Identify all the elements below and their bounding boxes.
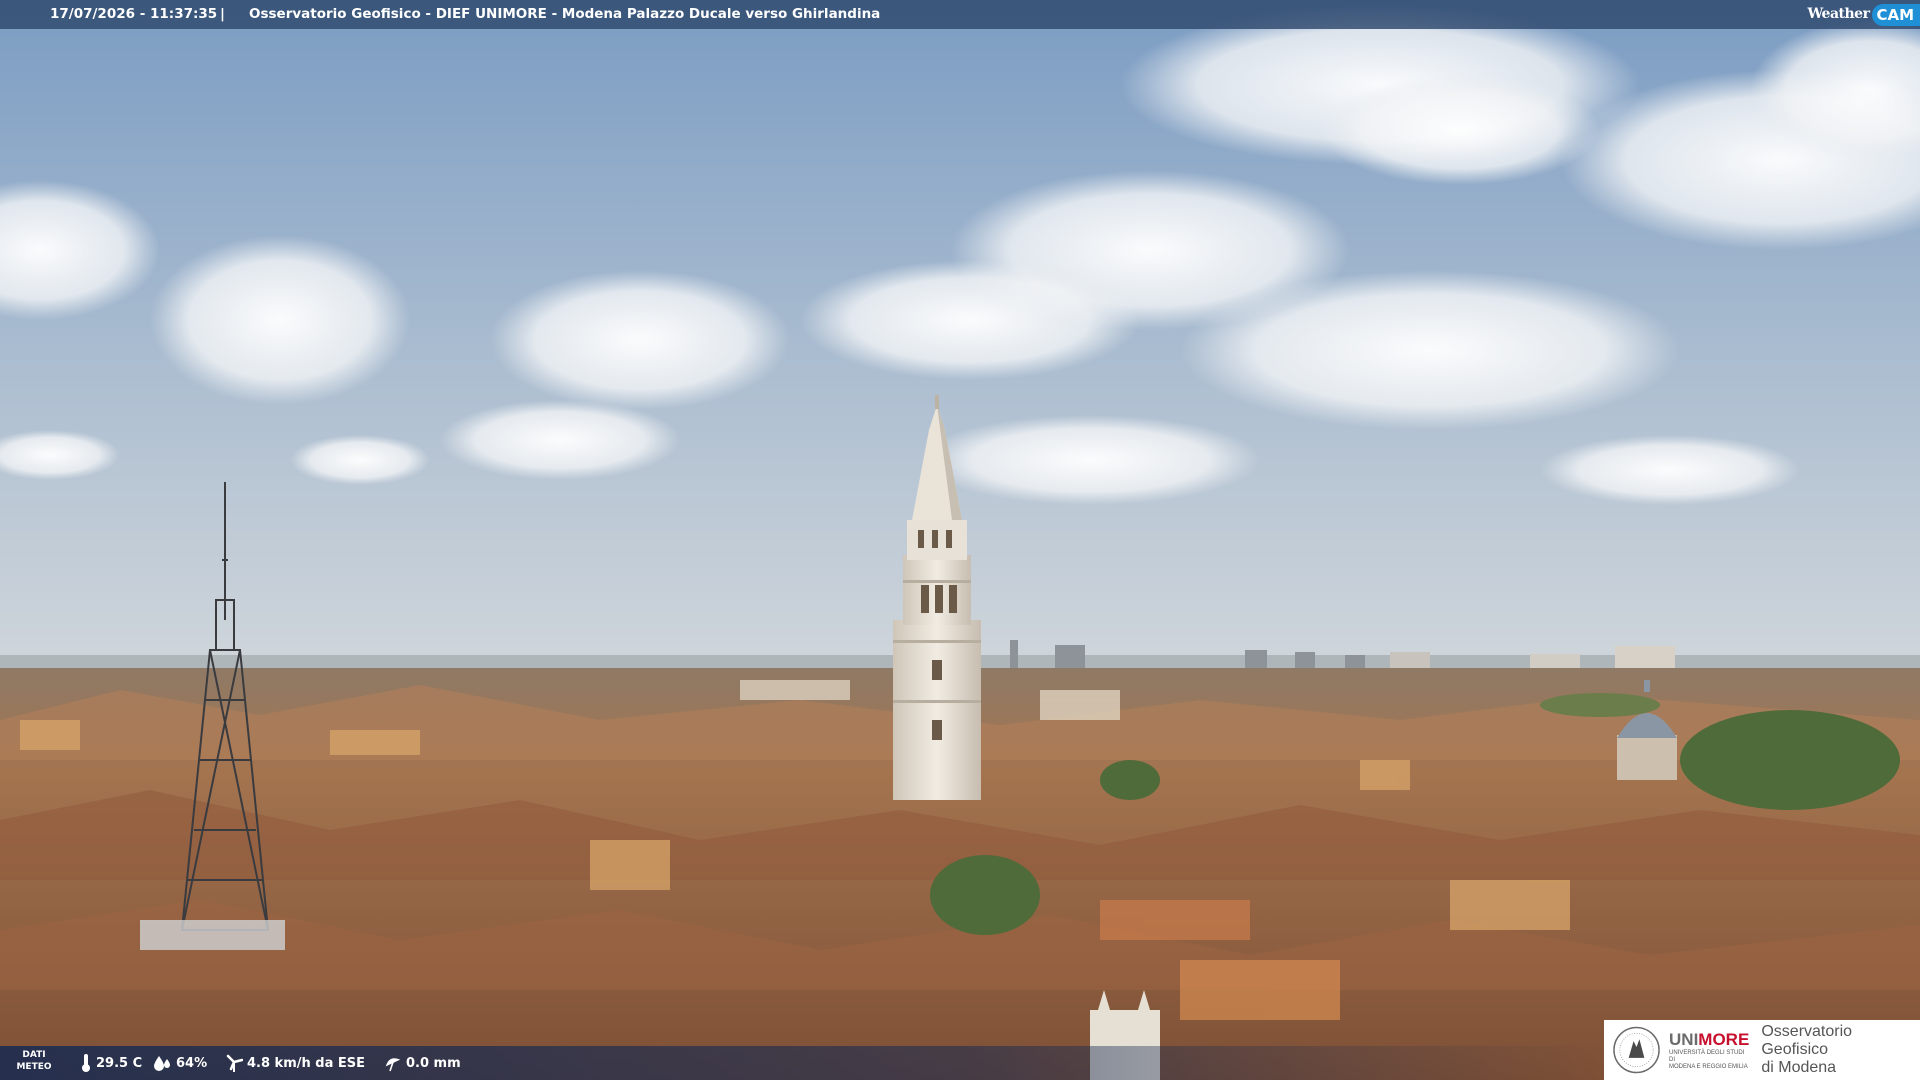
temperature-reading: 29.5 C [80,1046,142,1080]
humidity-drops-icon [154,1056,170,1071]
webcam-image [0,0,1920,1080]
weather-data-label: DATI METEO [16,1050,52,1072]
weathercam-logo: Weather CAM [1807,0,1920,29]
unimore-sub-2: MODENA E REGGIO EMILIA [1669,1063,1748,1070]
observatory-name: Osservatorio Geofisico di Modena [1761,1023,1853,1076]
university-seal-icon [1613,1026,1660,1074]
humidity-reading: 64% [152,1046,207,1080]
wind-value: 4.8 km/h da ESE [247,1055,366,1071]
brand-cam: CAM [1872,3,1920,26]
wind-reading: 4.8 km/h da ESE [225,1046,365,1080]
unimore-sub-1: UNIVERSITÀ DEGLI STUDI DI [1669,1049,1745,1063]
separator: | [220,6,225,22]
thermometer-icon [82,1054,90,1072]
umbrella-icon [385,1058,401,1072]
brand-weather: Weather [1807,6,1870,22]
unimore-wordmark: UNIMORE UNIVERSITÀ DEGLI STUDI DI MODENA… [1669,1030,1751,1071]
unimore-name: UNIMORE [1669,1029,1750,1049]
timestamp: 17/07/2026 - 11:37:35 [50,6,218,22]
unimore-logo-panel: UNIMORE UNIVERSITÀ DEGLI STUDI DI MODENA… [1604,1020,1920,1080]
top-info-bar: 17/07/2026 - 11:37:35 | Osservatorio Geo… [0,0,1920,29]
rain-value: 0.0 mm [406,1055,461,1071]
wind-turbine-icon [226,1054,243,1072]
rain-reading: 0.0 mm [384,1046,461,1080]
camera-title: Osservatorio Geofisico - DIEF UNIMORE - … [249,6,881,22]
weather-data-bar: DATI METEO 29.5 C 64% 4.8 km/h da ESE 0.… [0,1046,1600,1080]
temperature-value: 29.5 C [96,1055,143,1071]
humidity-value: 64% [176,1055,208,1071]
